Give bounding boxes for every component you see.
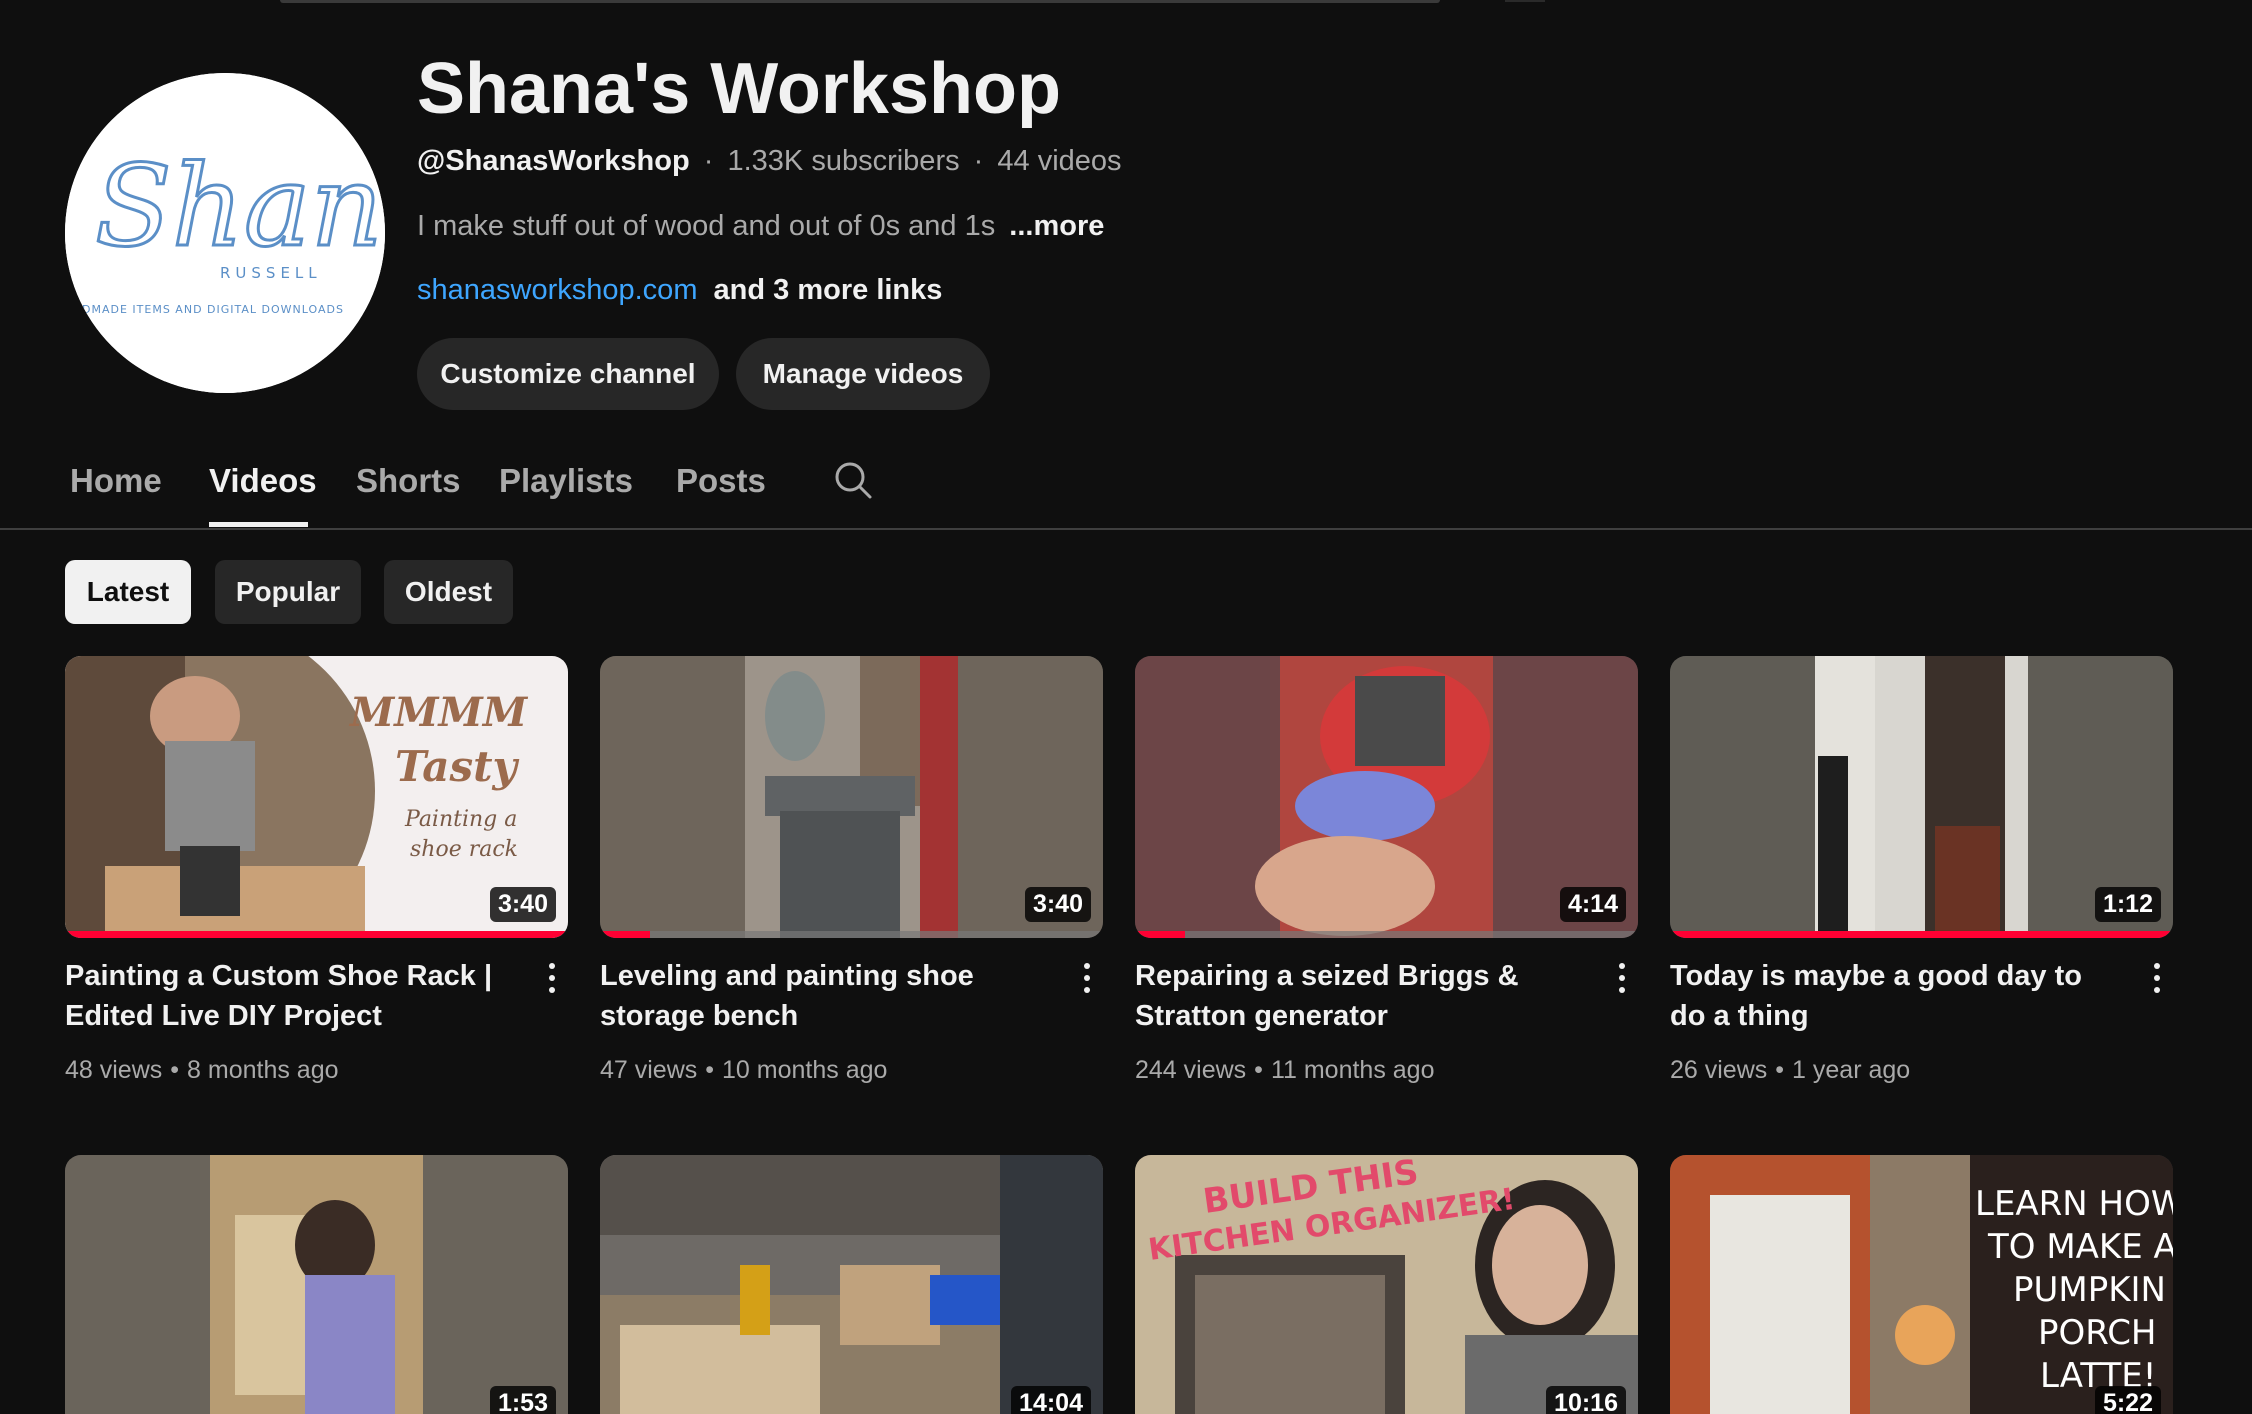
view-count: 244 views	[1135, 1056, 1247, 1084]
video-thumbnail[interactable]: MMMM Tasty Painting a shoe rack 3:40	[65, 656, 568, 938]
meta-separator: ·	[973, 145, 984, 177]
thumbnail-image: BUILD THIS KITCHEN ORGANIZER!	[1135, 1155, 1638, 1414]
video-card: MMMM Tasty Painting a shoe rack 3:40 Pai…	[65, 656, 568, 1084]
video-stats: 244 views • 11 months ago	[1135, 1056, 1435, 1084]
meta-separator: ·	[703, 145, 714, 177]
video-duration: 3:40	[1024, 887, 1091, 922]
logo-sub-text: RUSSELL	[220, 264, 322, 282]
masthead-edge	[280, 0, 1440, 3]
video-duration: 4:14	[1559, 887, 1626, 922]
chip-latest[interactable]: Latest	[65, 560, 191, 624]
more-actions-icon[interactable]	[1607, 958, 1637, 998]
video-duration: 10:16	[1546, 1386, 1626, 1414]
upload-age: 10 months ago	[722, 1056, 888, 1084]
video-title[interactable]: Repairing a seized Briggs & Stratton gen…	[1135, 956, 1575, 1036]
more-links-link[interactable]: and 3 more links	[714, 274, 943, 306]
video-stats: 26 views • 1 year ago	[1670, 1056, 1911, 1084]
channel-meta: @ShanasWorkshop · 1.33K subscribers · 44…	[417, 145, 1122, 178]
video-duration: 3:40	[489, 887, 556, 922]
thumb-text-2: Tasty	[395, 742, 519, 791]
video-duration: 1:12	[2094, 887, 2161, 922]
video-count: 44 videos	[997, 145, 1122, 177]
watch-progress	[1135, 931, 1638, 938]
video-card: 3:40 Leveling and painting shoe storage …	[600, 656, 1103, 1084]
more-actions-icon[interactable]	[2142, 958, 2172, 998]
video-card: 14:04	[600, 1155, 1103, 1414]
upload-age: 1 year ago	[1792, 1056, 1911, 1084]
channel-description[interactable]: I make stuff out of wood and out of 0s a…	[417, 210, 1104, 243]
video-duration: 5:22	[2094, 1386, 2161, 1414]
subscriber-count: 1.33K subscribers	[727, 145, 960, 177]
view-count: 48 views	[65, 1056, 163, 1084]
description-text: I make stuff out of wood and out of 0s a…	[417, 210, 996, 242]
channel-title: Shana's Workshop	[417, 49, 1061, 129]
thumbnail-image	[600, 1155, 1103, 1414]
chip-popular[interactable]: Popular	[215, 560, 361, 624]
logo-script-text: Shana	[95, 142, 385, 272]
video-title[interactable]: Painting a Custom Shoe Rack | Edited Liv…	[65, 956, 505, 1036]
video-title[interactable]: Today is maybe a good day to do a thing	[1670, 956, 2110, 1036]
video-card: 1:12 Today is maybe a good day to do a t…	[1670, 656, 2173, 1084]
video-thumbnail[interactable]: 1:53	[65, 1155, 568, 1414]
video-thumbnail[interactable]: BUILD THIS KITCHEN ORGANIZER! 10:16	[1135, 1155, 1638, 1414]
video-card: LEARN HOW TO MAKE A PUMPKIN PORCH LATTE!…	[1670, 1155, 2173, 1414]
video-duration: 1:53	[489, 1386, 556, 1414]
video-card: 1:53	[65, 1155, 568, 1414]
shana-logo: Shana RUSSELL HANDMADE ITEMS AND DIGITAL…	[65, 73, 385, 393]
video-title[interactable]: Leveling and painting shoe storage bench	[600, 956, 1040, 1036]
more-description-link[interactable]: ...more	[1009, 210, 1104, 242]
video-card: 4:14 Repairing a seized Briggs & Stratto…	[1135, 656, 1638, 1084]
tab-posts[interactable]: Posts	[676, 462, 766, 500]
thumb-text-4: PORCH	[2038, 1313, 2157, 1353]
tab-videos[interactable]: Videos	[209, 462, 317, 500]
more-actions-icon[interactable]	[537, 958, 567, 998]
thumb-text-3: PUMPKIN	[2013, 1270, 2166, 1310]
video-thumbnail[interactable]: 1:12	[1670, 656, 2173, 938]
channel-avatar[interactable]: Shana RUSSELL HANDMADE ITEMS AND DIGITAL…	[65, 73, 385, 393]
video-thumbnail[interactable]: 3:40	[600, 656, 1103, 938]
thumb-text-3: Painting a	[404, 807, 517, 832]
video-stats: 48 views • 8 months ago	[65, 1056, 339, 1084]
video-thumbnail[interactable]: LEARN HOW TO MAKE A PUMPKIN PORCH LATTE!…	[1670, 1155, 2173, 1414]
more-actions-icon[interactable]	[1072, 958, 1102, 998]
thumbnail-image: LEARN HOW TO MAKE A PUMPKIN PORCH LATTE!	[1670, 1155, 2173, 1414]
tab-home[interactable]: Home	[70, 462, 162, 500]
video-card: BUILD THIS KITCHEN ORGANIZER! 10:16	[1135, 1155, 1638, 1414]
view-count: 47 views	[600, 1056, 698, 1084]
channel-handle: @ShanasWorkshop	[417, 145, 690, 177]
masthead-edge-right	[1505, 0, 1545, 2]
manage-videos-button[interactable]: Manage videos	[736, 338, 990, 410]
channel-links: shanasworkshop.com and 3 more links	[417, 274, 942, 307]
logo-tagline: HANDMADE ITEMS AND DIGITAL DOWNLOADS	[65, 303, 344, 316]
watch-progress	[65, 931, 568, 938]
channel-page: Shana RUSSELL HANDMADE ITEMS AND DIGITAL…	[0, 0, 2252, 1414]
thumb-text-1: MMMM	[348, 689, 529, 736]
chip-oldest[interactable]: Oldest	[384, 560, 513, 624]
thumbnail-image	[65, 1155, 568, 1414]
tab-playlists[interactable]: Playlists	[499, 462, 633, 500]
video-thumbnail[interactable]: 4:14	[1135, 656, 1638, 938]
thumb-text-2: TO MAKE A	[1987, 1227, 2173, 1267]
website-link[interactable]: shanasworkshop.com	[417, 274, 697, 306]
thumb-text-1: LEARN HOW	[1975, 1184, 2173, 1224]
tab-shorts[interactable]: Shorts	[356, 462, 461, 500]
video-duration: 14:04	[1011, 1386, 1091, 1414]
video-stats: 47 views • 10 months ago	[600, 1056, 888, 1084]
upload-age: 8 months ago	[187, 1056, 339, 1084]
watch-progress	[1670, 931, 2173, 938]
active-tab-indicator	[209, 522, 308, 527]
upload-age: 11 months ago	[1270, 1056, 1435, 1084]
view-count: 26 views	[1670, 1056, 1768, 1084]
search-icon[interactable]	[833, 460, 873, 500]
customize-channel-button[interactable]: Customize channel	[417, 338, 719, 410]
thumb-text-4: shoe rack	[410, 837, 518, 862]
channel-tabs: Home Videos Shorts Playlists Posts	[0, 440, 2252, 530]
watch-progress	[600, 931, 1103, 938]
video-thumbnail[interactable]: 14:04	[600, 1155, 1103, 1414]
